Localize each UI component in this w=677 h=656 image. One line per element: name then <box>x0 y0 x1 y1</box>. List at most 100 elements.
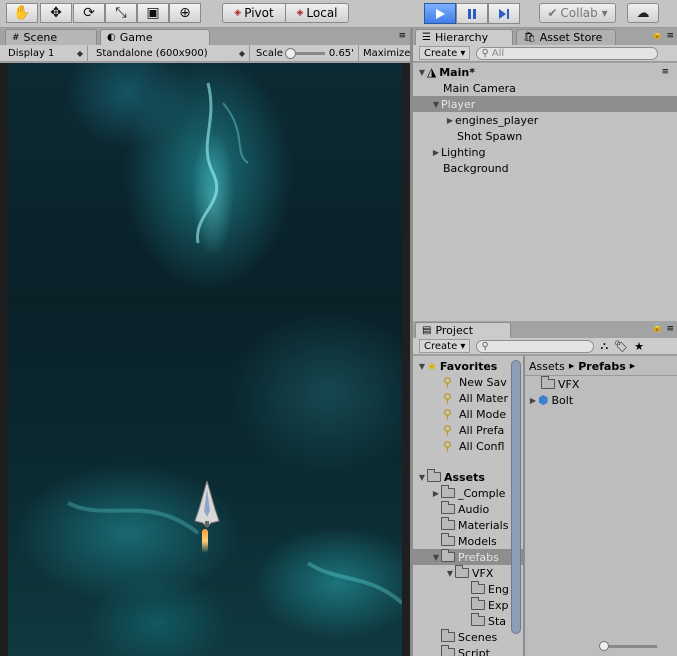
folder-label: Script <box>458 646 490 656</box>
content-prefab-bolt[interactable]: ▶ ⬢ Bolt <box>525 392 677 408</box>
tree-folder[interactable]: Models <box>413 533 523 549</box>
tree-folder[interactable]: Sta <box>413 613 523 629</box>
project-search-input[interactable]: ⚲ <box>476 339 595 353</box>
folder-icon <box>441 517 455 530</box>
resolution-dropdown[interactable]: Standalone (600x900) ◆ <box>88 45 250 61</box>
hierarchy-menu-icon[interactable]: ≡ <box>666 31 674 41</box>
hand-tool-icon[interactable]: ✋ <box>6 3 38 23</box>
favorite-item[interactable]: ⚲ All Confl <box>413 438 523 454</box>
tree-folder[interactable]: Audio <box>413 501 523 517</box>
favorite-label: All Mode <box>459 407 507 421</box>
favorite-item[interactable]: ⚲ All Mater <box>413 390 523 406</box>
collab-label: Collab ▾ <box>560 6 608 20</box>
game-view[interactable] <box>0 63 410 656</box>
tab-scene[interactable]: # Scene <box>5 29 97 45</box>
scene-menu-icon[interactable]: ≡ <box>661 67 669 77</box>
folder-label: Eng <box>488 582 509 596</box>
folder-icon <box>427 469 441 482</box>
saved-search-icon: ⚲ <box>443 390 452 405</box>
scale-tool-icon[interactable]: ⤡ <box>105 3 137 23</box>
scene-row[interactable]: ▼ ◮ Main* ≡ <box>413 64 677 80</box>
breadcrumb-arrow-icon: ▶ <box>629 362 636 370</box>
favorite-item[interactable]: ⚲ All Prefa <box>413 422 523 438</box>
expand-arrow-icon: ▼ <box>418 67 426 77</box>
hierarchy-item-player[interactable]: ▼ Player <box>413 96 677 112</box>
collab-check-icon: ✔ <box>547 6 558 20</box>
hierarchy-search-input[interactable]: ⚲ All <box>476 46 659 60</box>
content-label: Bolt <box>551 393 574 407</box>
filter-type-icon[interactable]: ⛬ <box>600 339 608 353</box>
favorites-label: Favorites <box>439 359 498 373</box>
pivot-toggle[interactable]: ◈ Pivot <box>222 3 286 23</box>
tab-asset-store[interactable]: 🛍 Asset Store <box>516 29 616 45</box>
folder-label: Sta <box>488 614 507 628</box>
game-view-controls: Display 1 ◆ Standalone (600x900) ◆ Scale 0… <box>0 45 410 62</box>
hierarchy-item-shot-spawn[interactable]: Shot Spawn <box>413 128 677 144</box>
breadcrumb-prefabs[interactable]: Prefabs <box>578 360 626 373</box>
search-icon: ⚲ <box>481 340 489 352</box>
tree-folder[interactable]: ▶ _Comple <box>413 485 523 501</box>
step-button[interactable] <box>488 3 520 24</box>
project-tabbar: ▤ Project 🔒 ≡ <box>413 321 677 338</box>
game-render[interactable] <box>8 63 402 656</box>
tab-hierarchy[interactable]: ☰ Hierarchy <box>415 29 513 45</box>
expand-arrow-icon: ▼ <box>446 568 454 578</box>
folder-icon <box>455 565 469 578</box>
collab-dropdown[interactable]: ✔ Collab ▾ <box>539 3 616 23</box>
tree-folder[interactable]: Materials <box>413 517 523 533</box>
content-folder-vfx[interactable]: VFX <box>525 376 677 392</box>
folder-icon <box>471 613 485 626</box>
tab-menu-icon[interactable]: ≡ <box>398 31 406 41</box>
breadcrumb-assets[interactable]: Assets <box>529 360 565 373</box>
pause-button[interactable] <box>456 3 488 24</box>
display-dropdown[interactable]: Display 1 ◆ <box>0 45 88 61</box>
favorite-item[interactable]: ⚲ All Mode <box>413 406 523 422</box>
hierarchy-create-button[interactable]: Create ▾ <box>419 46 471 60</box>
tree-folder[interactable]: Scenes <box>413 629 523 645</box>
folder-label: _Comple <box>458 486 506 500</box>
hierarchy-item-background[interactable]: Background <box>413 160 677 176</box>
hierarchy-item-lighting[interactable]: ▶ Lighting <box>413 144 677 160</box>
game-tab-label: Game <box>119 31 153 44</box>
tree-folder[interactable]: ▼ VFX <box>413 565 523 581</box>
scale-slider[interactable] <box>284 47 325 59</box>
cloud-button[interactable]: ☁ <box>627 3 659 23</box>
play-button[interactable] <box>424 3 456 24</box>
folder-icon <box>441 533 455 546</box>
local-toggle[interactable]: ◈ Local <box>285 3 349 23</box>
project-create-button[interactable]: Create ▾ <box>419 339 471 353</box>
icon-size-slider[interactable] <box>599 641 657 651</box>
project-menu-icon[interactable]: ≡ <box>666 324 674 334</box>
tab-game[interactable]: ◐ Game <box>100 29 210 45</box>
favorite-item[interactable]: ⚲ New Sav <box>413 374 523 390</box>
rect-tool-icon[interactable]: ▣ <box>137 3 169 23</box>
tree-folder[interactable]: Exp <box>413 597 523 613</box>
tree-scrollbar[interactable] <box>511 360 521 634</box>
tree-folder[interactable]: Script <box>413 645 523 656</box>
tree-folder[interactable]: Eng <box>413 581 523 597</box>
play-icon <box>436 8 445 19</box>
expand-arrow-icon: ▼ <box>418 361 426 371</box>
step-icon <box>499 8 509 19</box>
icon-size-slider-knob[interactable] <box>599 641 609 651</box>
scale-slider-knob[interactable] <box>284 47 296 59</box>
project-lock-icon[interactable]: 🔒 <box>652 323 663 333</box>
move-tool-icon[interactable]: ✥ <box>40 3 72 23</box>
folder-icon <box>441 549 455 562</box>
resolution-arrow-icon: ◆ <box>238 48 245 58</box>
tab-project[interactable]: ▤ Project <box>415 322 511 338</box>
favorite-star-icon[interactable]: ★ <box>634 340 644 353</box>
folder-icon <box>541 376 555 389</box>
hierarchy-item-main-camera[interactable]: Main Camera <box>413 80 677 96</box>
lock-icon[interactable]: 🔒 <box>652 30 663 40</box>
rotate-tool-icon[interactable]: ⟳ <box>73 3 105 23</box>
assets-header[interactable]: ▼ Assets <box>413 469 523 485</box>
transform-tool-icon[interactable]: ⊕ <box>169 3 201 23</box>
maximize-toggle[interactable]: Maximize <box>358 45 410 61</box>
hierarchy-item-engines-player[interactable]: ▶ engines_player <box>413 112 677 128</box>
nebula-streaks <box>67 82 402 605</box>
favorites-header[interactable]: ▼ ★ Favorites <box>413 358 523 374</box>
filter-label-icon[interactable]: 🏷 <box>614 340 628 353</box>
tree-folder-selected[interactable]: ▼ Prefabs <box>413 549 523 565</box>
hierarchy-tabbar: ☰ Hierarchy 🛍 Asset Store 🔒 ≡ <box>413 28 677 45</box>
